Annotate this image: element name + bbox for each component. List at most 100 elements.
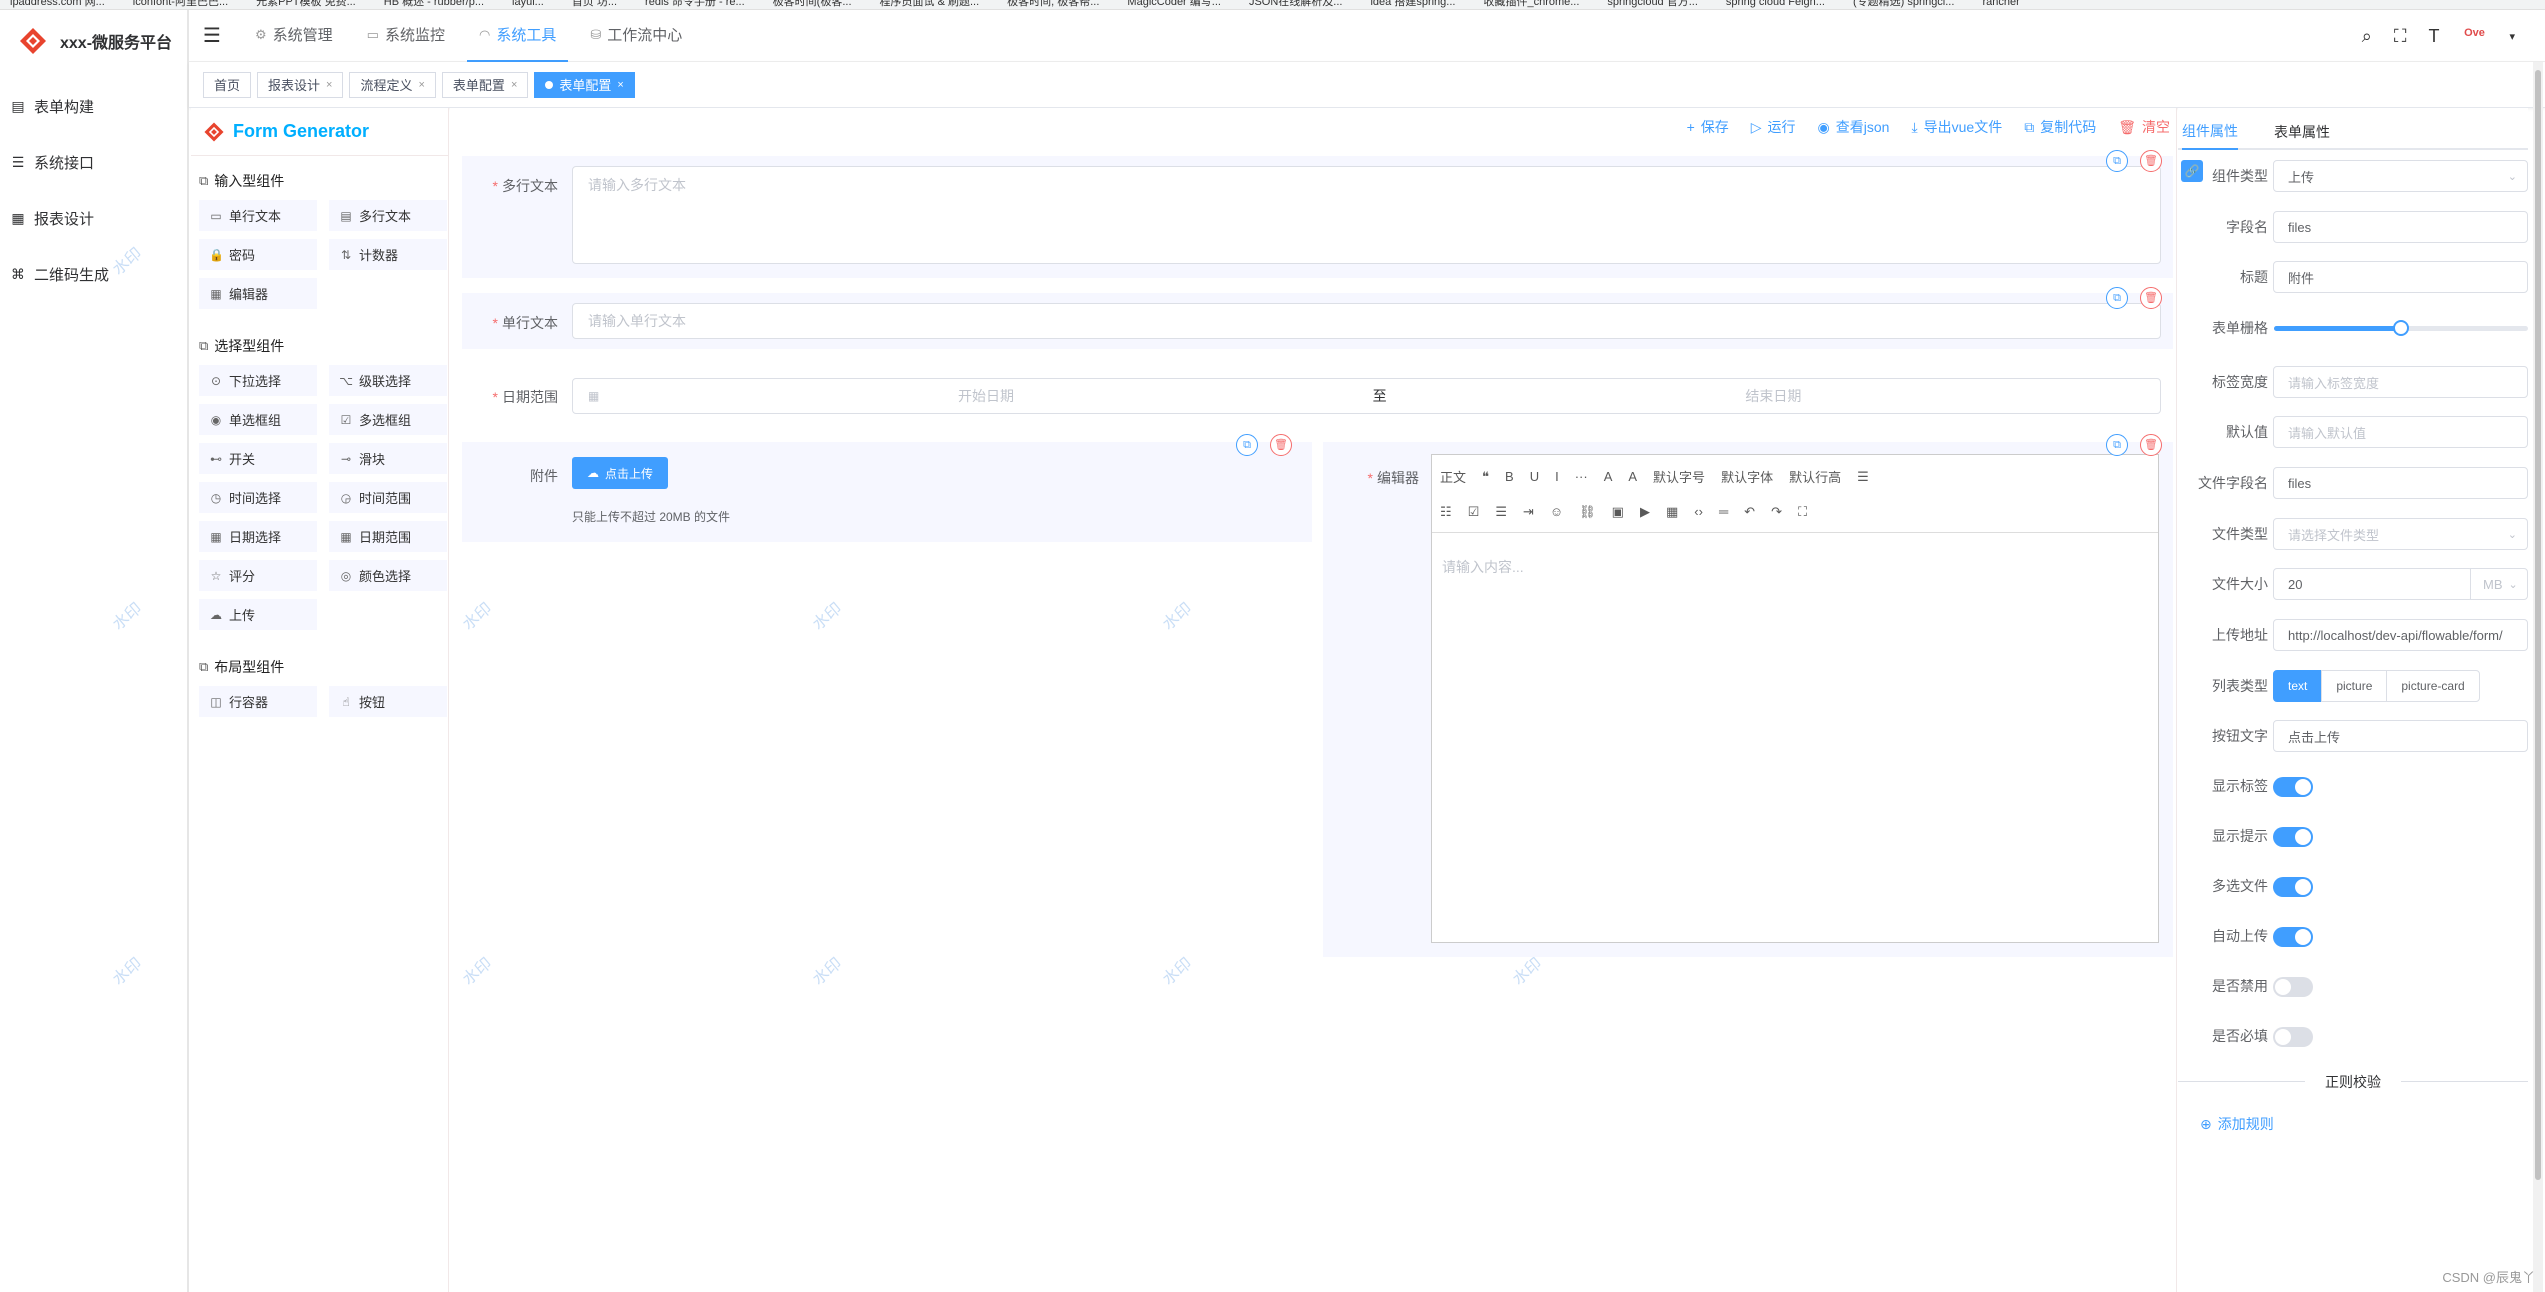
editor-tool[interactable]: ···	[1575, 469, 1588, 484]
editor-tool[interactable]: I	[1555, 469, 1559, 484]
component-item[interactable]: ⊸ 滑块	[329, 443, 447, 474]
component-item[interactable]: ☁ 上传	[199, 599, 317, 630]
tab-component-props[interactable]: 组件属性	[2182, 114, 2238, 150]
component-item[interactable]: ☝ 按钮	[329, 686, 447, 717]
delete-icon[interactable]: 🗑	[1270, 434, 1292, 456]
toggle-switch[interactable]	[2273, 927, 2313, 947]
editor-tool[interactable]: 默认字号	[1653, 467, 1705, 486]
tag-item[interactable]: 表单配置 ×	[441, 71, 529, 98]
chevron-down-icon[interactable]: ▾	[2509, 30, 2515, 43]
file-type-select[interactable]: 请选择文件类型 ⌄	[2273, 518, 2528, 550]
font-size-icon[interactable]: T	[2428, 26, 2439, 47]
delete-icon[interactable]: 🗑	[2140, 150, 2162, 172]
tab-form-props[interactable]: 表单属性	[2274, 114, 2330, 150]
editor-tool[interactable]: 正文	[1440, 467, 1466, 486]
fullscreen-icon[interactable]: ⛶	[2394, 26, 2407, 47]
toggle-switch[interactable]	[2273, 777, 2313, 797]
default-value-input[interactable]: 请输入默认值	[2273, 416, 2528, 448]
bookmark-item[interactable]: 首页 坊...	[572, 0, 617, 9]
upload-button[interactable]: ☁ 点击上传	[572, 457, 668, 489]
bookmark-item[interactable]: rancher	[1982, 0, 2019, 9]
input-form-item[interactable]: * 单行文本 请输入单行文本 ⧉ 🗑	[462, 287, 2173, 349]
bookmark-item[interactable]: 元素PPT模板 免费...	[256, 0, 356, 9]
grid-slider[interactable]	[2274, 320, 2528, 336]
editor-form-item[interactable]: * 编辑器 正文 ❝ B U I ··· A A 默认字号 默认字体 默认行高 ☰ ☷ ☑ ☰ ⇥ ☺ ⛓ ▣ ▶ ▦ ‹…	[1323, 434, 2173, 957]
component-item[interactable]: ◉ 单选框组	[199, 404, 317, 435]
list-type-option[interactable]: text	[2273, 670, 2323, 702]
editor-tool[interactable]: ☰	[1857, 469, 1869, 485]
top-tab[interactable]: ⛁ 工作流中心	[578, 10, 694, 62]
rich-text-editor[interactable]: 正文 ❝ B U I ··· A A 默认字号 默认字体 默认行高 ☰ ☷ ☑ ☰ ⇥ ☺ ⛓ ▣ ▶ ▦ ‹› ═ ↶ ↷ ⛶…	[1431, 454, 2159, 943]
start-date[interactable]: 开始日期	[599, 386, 1372, 406]
bookmark-item[interactable]: springcloud 官方...	[1607, 0, 1697, 9]
textarea-field[interactable]: 请输入多行文本	[572, 166, 2161, 264]
component-item[interactable]: ⊷ 开关	[199, 443, 317, 474]
upload-form-item[interactable]: 附件 ☁ 点击上传 只能上传不超过 20MB 的文件 ⧉ 🗑	[462, 434, 1312, 542]
component-item[interactable]: ▦ 编辑器	[199, 278, 317, 309]
sidebar-item[interactable]: ☰ 系统接口	[0, 134, 187, 190]
editor-tool[interactable]: ‹›	[1694, 504, 1703, 519]
bookmark-item[interactable]: redis 命令手册 - re...	[645, 0, 745, 9]
toggle-switch[interactable]	[2273, 877, 2313, 897]
file-size-unit-select[interactable]: MB ⌄	[2470, 568, 2528, 600]
close-icon[interactable]: ×	[418, 79, 424, 91]
component-item[interactable]: ▤ 多行文本	[329, 200, 447, 231]
file-size-input[interactable]: 20	[2273, 568, 2473, 600]
bookmark-item[interactable]: idea 搭建spring...	[1370, 0, 1455, 9]
add-rule-button[interactable]: ⊕ 添加规则	[2200, 1114, 2274, 1134]
bookmark-item[interactable]: MagicCoder 编写...	[1127, 0, 1221, 9]
close-icon[interactable]: ×	[617, 79, 623, 91]
component-item[interactable]: ◷ 时间选择	[199, 482, 317, 513]
toggle-switch[interactable]	[2273, 977, 2313, 997]
end-date[interactable]: 结束日期	[1387, 386, 2160, 406]
sidebar-item[interactable]: ▤ 表单构建	[0, 78, 187, 134]
tag-item[interactable]: 首页	[203, 71, 252, 98]
editor-tool[interactable]: ☺	[1550, 504, 1563, 519]
editor-tool[interactable]: A	[1604, 469, 1613, 484]
upload-url-input[interactable]: http://localhost/dev-api/flowable/form/	[2273, 619, 2528, 651]
editor-tool[interactable]: ⇥	[1523, 504, 1534, 520]
action-button[interactable]: + 保存	[1687, 117, 1729, 137]
sidebar-item[interactable]: ⌘ 二维码生成	[0, 246, 187, 302]
component-item[interactable]: 🔒 密码	[199, 239, 317, 270]
action-button[interactable]: ⤓ 导出vue文件	[1911, 117, 2002, 137]
bookmark-item[interactable]: HB 概述 - rubber/p...	[384, 0, 484, 9]
action-button[interactable]: ⧉ 复制代码	[2024, 117, 2096, 137]
editor-tool[interactable]: ☑	[1468, 504, 1480, 520]
component-item[interactable]: ▭ 单行文本	[199, 200, 317, 231]
page-scrollbar[interactable]	[2533, 62, 2543, 1292]
delete-icon[interactable]: 🗑	[2140, 434, 2162, 456]
bookmark-item[interactable]: spring cloud Feign...	[1726, 0, 1825, 9]
component-item[interactable]: ▦ 日期范围	[329, 521, 447, 552]
top-tab[interactable]: ⚙ 系统管理	[243, 10, 345, 62]
editor-tool[interactable]: ☰	[1495, 504, 1507, 520]
close-icon[interactable]: ×	[511, 79, 517, 91]
component-type-select[interactable]: 上传 ⌄	[2273, 160, 2528, 192]
editor-tool[interactable]: ↶	[1744, 504, 1755, 520]
editor-tool[interactable]: ☷	[1440, 504, 1452, 520]
editor-tool[interactable]: A	[1628, 469, 1637, 484]
close-icon[interactable]: ×	[326, 79, 332, 91]
top-tab[interactable]: ▭ 系统监控	[355, 10, 457, 62]
bookmark-item[interactable]: ipaddress.com 网...	[10, 0, 105, 9]
editor-content[interactable]: 请输入内容...	[1432, 533, 2158, 601]
avatar[interactable]: Ove	[2461, 27, 2487, 45]
component-item[interactable]: ⊙ 下拉选择	[199, 365, 317, 396]
bookmark-item[interactable]: iconfont-阿里巴巴...	[133, 0, 228, 9]
editor-tool[interactable]: ▦	[1666, 504, 1678, 520]
editor-tool[interactable]: ❝	[1482, 469, 1489, 485]
daterange-form-item[interactable]: * 日期范围 ▦ 开始日期 至 结束日期	[462, 368, 2173, 424]
toggle-switch[interactable]	[2273, 1027, 2313, 1047]
component-item[interactable]: ◶ 时间范围	[329, 482, 447, 513]
copy-icon[interactable]: ⧉	[2106, 434, 2128, 456]
editor-tool[interactable]: 默认字体	[1721, 467, 1773, 486]
editor-tool[interactable]: ⛓	[1579, 504, 1596, 520]
bookmark-item[interactable]: JSON在线解析及...	[1249, 0, 1343, 9]
label-width-input[interactable]: 请输入标签宽度	[2273, 366, 2528, 398]
daterange-picker[interactable]: ▦ 开始日期 至 结束日期	[572, 378, 2161, 414]
bookmark-item[interactable]: layui...	[512, 0, 544, 9]
copy-icon[interactable]: ⧉	[2106, 287, 2128, 309]
component-item[interactable]: ⇅ 计数器	[329, 239, 447, 270]
search-icon[interactable]: ⌕	[2362, 26, 2372, 47]
action-button[interactable]: 🗑 清空	[2118, 117, 2170, 137]
